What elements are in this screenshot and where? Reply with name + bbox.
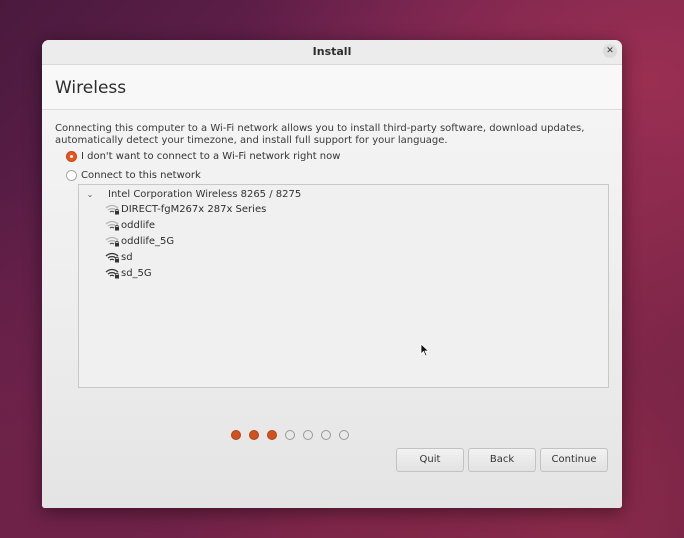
connect-option[interactable]: Connect to this network	[66, 170, 201, 181]
progress-dot	[249, 430, 259, 440]
heading-area	[42, 65, 622, 110]
chevron-down-icon[interactable]: ⌄	[83, 190, 97, 199]
no-connect-label: I don't want to connect to a Wi-Fi netwo…	[81, 151, 341, 162]
network-item[interactable]: oddlife_5G	[105, 234, 174, 248]
network-item[interactable]: sd_5G	[105, 266, 152, 280]
network-item[interactable]: DIRECT-fgM267x 287x Series	[105, 202, 266, 216]
wifi-lock-strong-icon	[105, 252, 119, 262]
wifi-lock-weak-icon	[105, 220, 119, 230]
content-area: Connecting this computer to a Wi-Fi netw…	[42, 110, 622, 508]
network-ssid: oddlife_5G	[121, 235, 175, 247]
adapter-label: Intel Corporation Wireless 8265 / 8275	[108, 188, 302, 200]
network-ssid: oddlife	[121, 219, 156, 231]
window-title: Install	[312, 45, 352, 58]
progress-dot	[231, 430, 241, 440]
page-title: Wireless	[55, 78, 127, 98]
continue-button[interactable]: Continue	[540, 448, 608, 472]
no-connect-option[interactable]: I don't want to connect to a Wi-Fi netwo…	[66, 151, 340, 162]
mouse-pointer-icon	[420, 343, 430, 357]
wifi-lock-weak-icon	[105, 236, 119, 246]
description-text: Connecting this computer to a Wi-Fi netw…	[55, 123, 585, 146]
close-icon[interactable]: ✕	[603, 44, 617, 58]
progress-dot	[303, 430, 313, 440]
network-ssid: DIRECT-fgM267x 287x Series	[121, 203, 267, 215]
progress-dot	[267, 430, 277, 440]
wifi-lock-weak-icon	[105, 204, 119, 214]
network-item[interactable]: oddlife	[105, 218, 155, 232]
progress-dot	[321, 430, 331, 440]
back-button[interactable]: Back	[468, 448, 536, 472]
network-item[interactable]: sd	[105, 250, 133, 264]
adapter-row[interactable]: ⌄ Intel Corporation Wireless 8265 / 8275	[83, 187, 302, 201]
connect-label: Connect to this network	[81, 170, 201, 181]
network-ssid: sd	[121, 251, 133, 263]
no-connect-radio[interactable]	[66, 151, 77, 162]
progress-dot	[339, 430, 349, 440]
progress-dot	[285, 430, 295, 440]
network-list[interactable]: ⌄ Intel Corporation Wireless 8265 / 8275…	[78, 184, 609, 388]
connect-radio[interactable]	[66, 170, 77, 181]
network-ssid: sd_5G	[121, 267, 152, 279]
wifi-lock-strong-icon	[105, 268, 119, 278]
progress-indicator	[231, 430, 357, 440]
title-bar[interactable]: Install ✕	[42, 40, 622, 65]
quit-button[interactable]: Quit	[396, 448, 464, 472]
